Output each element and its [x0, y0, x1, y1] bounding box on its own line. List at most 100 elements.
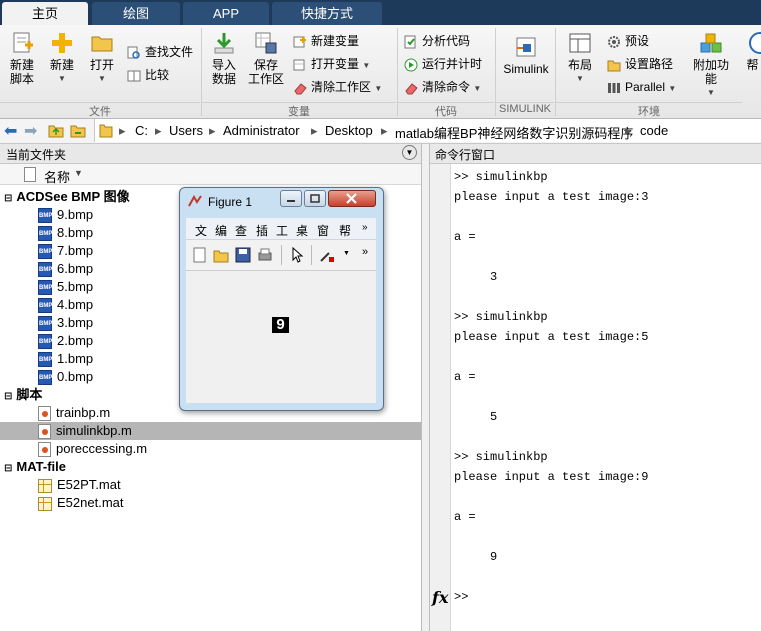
- open-variable-button[interactable]: 打开变量 ▼: [293, 55, 370, 73]
- code-group-label: 代码: [398, 102, 494, 118]
- tab-home[interactable]: 主页: [2, 2, 88, 25]
- breadcrumb-drive[interactable]: C:: [135, 123, 148, 138]
- find-files-button[interactable]: 查找文件: [127, 43, 193, 61]
- browse-folder-icon[interactable]: [70, 122, 86, 141]
- close-button[interactable]: [328, 190, 376, 207]
- eraser-icon: [404, 81, 418, 95]
- toolbar-overflow-icon[interactable]: »: [362, 246, 368, 258]
- run-and-time-button[interactable]: 运行并计时: [404, 55, 482, 73]
- compare-button[interactable]: 比较: [127, 66, 169, 84]
- forward-arrow-icon[interactable]: ➡: [24, 121, 37, 141]
- panel-menu-icon[interactable]: ▼: [402, 145, 417, 160]
- breadcrumb-desktop[interactable]: Desktop: [325, 123, 373, 138]
- tab-plots[interactable]: 绘图: [92, 2, 180, 25]
- save-icon[interactable]: [235, 247, 251, 266]
- folder-icon: [99, 122, 113, 141]
- new-variable-button[interactable]: 新建变量: [293, 32, 359, 50]
- command-line: >> simulinkbp: [454, 310, 548, 324]
- save-workspace-button[interactable]: 保存 工作区: [246, 31, 286, 86]
- brush-icon[interactable]: [319, 247, 337, 266]
- bmp-file-icon: BMP: [38, 208, 52, 224]
- command-line: a =: [454, 230, 476, 244]
- menu-desktop[interactable]: 桌: [296, 222, 308, 239]
- addons-button[interactable]: 附加功能 ▼: [688, 31, 734, 100]
- pointer-icon[interactable]: [289, 246, 305, 266]
- simulink-button[interactable]: Simulink: [502, 35, 550, 76]
- breadcrumb-code[interactable]: code: [640, 123, 668, 138]
- menu-window[interactable]: 窗: [317, 222, 329, 239]
- menu-view[interactable]: 查: [235, 222, 247, 239]
- file-name: 7.bmp: [57, 243, 94, 258]
- list-item[interactable]: E52PT.mat: [0, 476, 421, 494]
- parallel-button[interactable]: Parallel ▼: [607, 78, 676, 96]
- back-arrow-icon[interactable]: ⬅: [4, 121, 17, 141]
- run-and-time-icon: [404, 58, 418, 72]
- sort-down-icon: ▼: [74, 168, 83, 178]
- menu-insert[interactable]: 插: [256, 222, 268, 239]
- address-bar: ⬅ ➡ ▸ C: ▸ Users ▸ Administrator ▸ Deskt…: [0, 119, 761, 144]
- list-item[interactable]: E52net.mat: [0, 494, 421, 512]
- save-workspace-icon: [254, 31, 278, 55]
- menu-tools[interactable]: 工: [276, 222, 288, 239]
- menu-help[interactable]: 帮: [339, 222, 351, 239]
- print-icon[interactable]: [257, 247, 273, 266]
- compare-icon: [127, 69, 141, 83]
- simulink-group-label: SIMULINK: [496, 102, 554, 118]
- new-figure-icon[interactable]: [192, 247, 208, 266]
- chevron-down-icon[interactable]: ▼: [343, 250, 350, 257]
- path-field[interactable]: ▸ C: ▸ Users ▸ Administrator ▸ Desktop ▸…: [94, 119, 761, 142]
- chevron-down-icon: ▼: [58, 74, 66, 83]
- group-header-mat[interactable]: ⊟ MAT-file: [0, 458, 421, 476]
- import-data-label: 导入 数据: [211, 58, 236, 86]
- open-file-icon[interactable]: [213, 247, 229, 266]
- breadcrumb-administrator[interactable]: Administrator: [223, 123, 300, 138]
- clear-workspace-button[interactable]: 清除工作区 ▼: [293, 78, 382, 96]
- new-script-button[interactable]: 新建 脚本: [4, 31, 40, 86]
- column-header[interactable]: 名称 ▼: [0, 164, 421, 185]
- analyze-code-label: 分析代码: [422, 34, 471, 48]
- new-button[interactable]: 新建 ▼: [44, 31, 80, 86]
- tab-shortcuts[interactable]: 快捷方式: [272, 2, 382, 25]
- clear-workspace-label: 清除工作区: [311, 80, 372, 94]
- fx-icon[interactable]: fx: [432, 588, 448, 607]
- figure-title: Figure 1: [208, 195, 253, 209]
- chevron-down-icon: ▼: [374, 84, 383, 93]
- import-data-button[interactable]: 导入 数据: [206, 31, 242, 86]
- figure-canvas: 9: [186, 271, 376, 403]
- group-label: MAT-file: [16, 459, 66, 474]
- help-button[interactable]: 帮: [744, 31, 761, 72]
- current-folder-title: 当前文件夹: [6, 148, 67, 162]
- command-window[interactable]: 命令行窗口 >> simulinkbp please input a test …: [429, 144, 761, 631]
- compare-label: 比较: [145, 68, 170, 82]
- figure-titlebar[interactable]: Figure 1: [180, 188, 383, 216]
- breadcrumb-project-folder[interactable]: matlab编程BP神经网络数字识别源码程序: [395, 123, 633, 142]
- chevron-down-icon: ▼: [668, 84, 677, 93]
- tab-apps[interactable]: APP: [183, 2, 269, 25]
- command-line: 9: [454, 550, 498, 564]
- menu-overflow-icon[interactable]: »: [362, 222, 368, 233]
- maximize-button[interactable]: [304, 190, 326, 207]
- analyze-code-button[interactable]: 分析代码: [404, 32, 470, 50]
- menu-edit[interactable]: 编: [215, 222, 227, 239]
- open-button[interactable]: 打开 ▼: [84, 31, 120, 86]
- up-folder-icon[interactable]: [48, 122, 64, 141]
- menu-file[interactable]: 文: [195, 222, 207, 239]
- clear-commands-button[interactable]: 清除命令 ▼: [404, 78, 481, 96]
- breadcrumb-users[interactable]: Users: [169, 123, 203, 138]
- preferences-button[interactable]: 预设: [607, 32, 649, 50]
- file-name: 0.bmp: [57, 369, 94, 384]
- command-line: a =: [454, 510, 476, 524]
- figure-window[interactable]: Figure 1 文 编 查 插 工 桌 窗 帮 » ▼ » 9: [179, 187, 384, 411]
- minimize-button[interactable]: [280, 190, 302, 207]
- mat-file-icon: [38, 478, 52, 493]
- variable-group-label: 变量: [202, 102, 396, 118]
- matlab-figure-icon: [188, 194, 202, 211]
- list-item-selected[interactable]: simulinkbp.m: [0, 422, 421, 440]
- figure-menubar: 文 编 查 插 工 桌 窗 帮 »: [186, 218, 376, 240]
- list-item[interactable]: poreccessing.m: [0, 440, 421, 458]
- chevron-down-icon: ▼: [576, 74, 584, 83]
- m-file-icon: [38, 442, 51, 458]
- layout-button[interactable]: 布局 ▼: [562, 31, 598, 86]
- set-path-button[interactable]: 设置路径: [607, 55, 673, 73]
- command-prompt[interactable]: >>: [454, 590, 468, 604]
